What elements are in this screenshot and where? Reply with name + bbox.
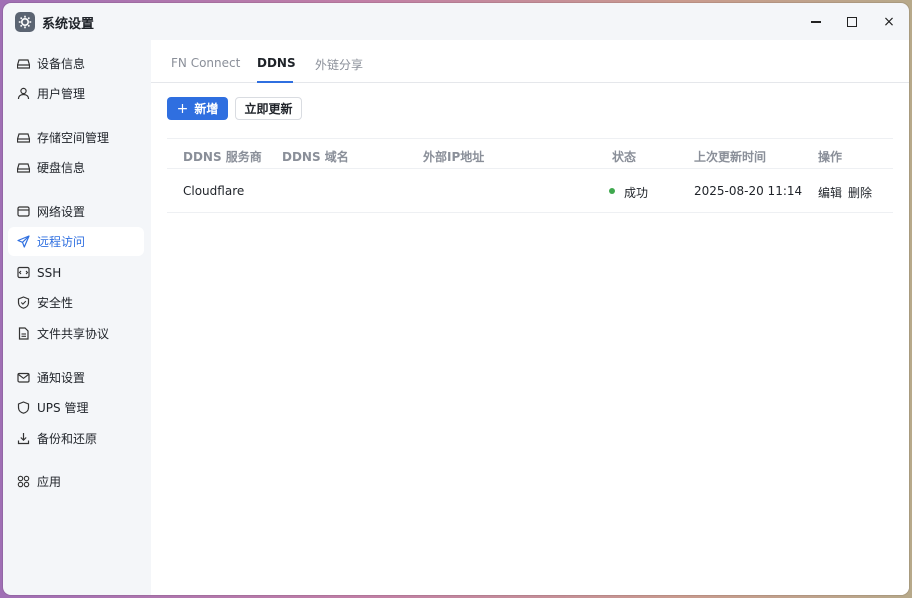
- minimize-icon: [811, 21, 821, 23]
- user-icon: [16, 87, 30, 101]
- sidebar-item-security[interactable]: 安全性: [8, 288, 144, 317]
- sidebar-item-notifications[interactable]: 通知设置: [8, 363, 144, 392]
- sidebar-item-label: 设备信息: [37, 57, 86, 71]
- update-now-button[interactable]: 立即更新: [235, 97, 302, 120]
- add-button[interactable]: + 新增: [167, 97, 228, 120]
- file-icon: [16, 327, 30, 341]
- download-icon: [16, 432, 30, 446]
- window-title: 系统设置: [42, 17, 95, 32]
- maximize-button[interactable]: [841, 11, 863, 33]
- storage-icon: [16, 131, 30, 145]
- apps-icon: [16, 475, 30, 489]
- sidebar-item-ups[interactable]: UPS 管理: [8, 393, 144, 422]
- close-button[interactable]: ×: [878, 11, 900, 33]
- disk-icon: [16, 161, 30, 175]
- main-content: FN Connect DDNS 外链分享 + 新增 立即更新 DDNS 服务商 …: [151, 40, 909, 595]
- edit-link[interactable]: 编辑: [818, 184, 842, 201]
- sidebar-item-remote-access[interactable]: 远程访问: [8, 227, 144, 256]
- settings-window: 系统设置 × 设备信息 用户管理 存储空间管理 硬盘信息 网络设置 远程访问 S…: [3, 3, 909, 595]
- ddns-table: DDNS 服务商 DDNS 域名 外部IP地址 状态 上次更新时间 操作 Clo…: [167, 138, 893, 213]
- cell-provider: Cloudflare: [183, 184, 245, 198]
- sidebar-item-label: 硬盘信息: [37, 161, 86, 175]
- column-header-status: 状态: [612, 150, 637, 164]
- cell-status: 成功: [624, 186, 649, 200]
- add-button-label: 新增: [194, 102, 219, 116]
- tab-bar: FN Connect DDNS 外链分享: [151, 40, 909, 83]
- table-row: Cloudflare 成功 2025-08-20 11:14 编辑 删除: [167, 169, 893, 213]
- sidebar-item-device-info[interactable]: 设备信息: [8, 49, 144, 78]
- network-icon: [16, 205, 30, 219]
- send-icon: [16, 235, 30, 249]
- close-icon: ×: [883, 14, 895, 30]
- status-success-dot: [609, 188, 615, 194]
- sidebar-item-users[interactable]: 用户管理: [8, 79, 144, 108]
- maximize-icon: [847, 17, 857, 27]
- plus-icon: +: [176, 100, 189, 117]
- sidebar-item-label: 应用: [37, 475, 62, 489]
- terminal-icon: [16, 266, 30, 280]
- column-header-external-ip: 外部IP地址: [423, 150, 485, 164]
- shield-icon: [16, 296, 30, 310]
- minimize-button[interactable]: [805, 11, 827, 33]
- delete-link[interactable]: 删除: [848, 184, 872, 201]
- cell-last-updated: 2025-08-20 11:14: [694, 184, 803, 198]
- column-header-provider: DDNS 服务商: [183, 150, 262, 164]
- sidebar-item-file-sharing[interactable]: 文件共享协议: [8, 319, 144, 348]
- sidebar-item-label: 通知设置: [37, 371, 86, 385]
- mail-icon: [16, 371, 30, 385]
- sidebar-item-apps[interactable]: 应用: [8, 467, 144, 496]
- tab-fn-connect[interactable]: FN Connect: [171, 56, 240, 70]
- sidebar-item-ssh[interactable]: SSH: [8, 258, 144, 287]
- sidebar-item-label: 文件共享协议: [37, 327, 110, 341]
- update-now-label: 立即更新: [244, 102, 293, 116]
- sidebar-item-label: 安全性: [37, 296, 74, 310]
- sidebar-item-disks[interactable]: 硬盘信息: [8, 153, 144, 182]
- table-header: DDNS 服务商 DDNS 域名 外部IP地址 状态 上次更新时间 操作: [167, 138, 893, 169]
- settings-gear-icon: [15, 12, 35, 32]
- tab-external-share[interactable]: 外链分享: [315, 56, 363, 73]
- active-tab-indicator: [257, 81, 293, 83]
- sidebar-item-label: SSH: [37, 265, 62, 280]
- column-header-domain: DDNS 域名: [282, 150, 349, 164]
- sidebar-item-label: 备份和还原: [37, 432, 98, 446]
- sidebar-item-label: 用户管理: [37, 87, 86, 101]
- column-header-last-updated: 上次更新时间: [694, 150, 767, 164]
- shield-outline-icon: [16, 401, 30, 415]
- sidebar-item-label: 网络设置: [37, 205, 86, 219]
- tab-ddns[interactable]: DDNS: [257, 56, 296, 70]
- sidebar-item-label: 远程访问: [37, 235, 86, 249]
- column-header-actions: 操作: [818, 150, 843, 164]
- hard-drive-icon: [16, 57, 30, 71]
- sidebar-item-network[interactable]: 网络设置: [8, 197, 144, 226]
- sidebar-item-storage[interactable]: 存储空间管理: [8, 123, 144, 152]
- title-bar: 系统设置 ×: [3, 3, 909, 40]
- sidebar-item-backup[interactable]: 备份和还原: [8, 424, 144, 453]
- sidebar-item-label: 存储空间管理: [37, 131, 110, 145]
- sidebar: 设备信息 用户管理 存储空间管理 硬盘信息 网络设置 远程访问 SSH 安全性 …: [3, 40, 150, 595]
- sidebar-item-label: UPS 管理: [37, 401, 89, 415]
